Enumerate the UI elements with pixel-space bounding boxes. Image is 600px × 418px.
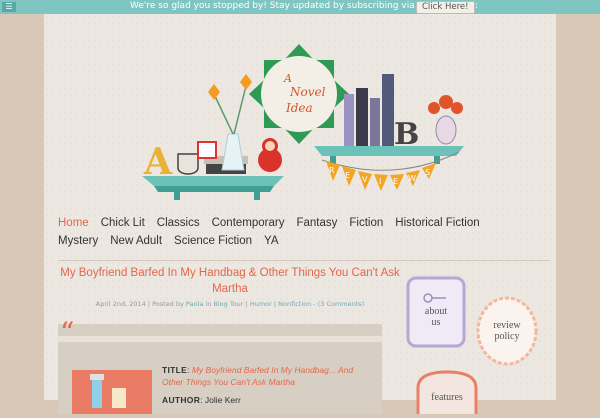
nav-item-contemporary[interactable]: Contemporary	[212, 217, 285, 229]
nav-item-chick-lit[interactable]: Chick Lit	[101, 217, 145, 229]
svg-text:S: S	[425, 168, 430, 177]
nav-item-science-fiction[interactable]: Science Fiction	[174, 235, 252, 247]
category-nav: Home Chick Lit Classics Contemporary Fan…	[58, 214, 548, 250]
category-link-blog-tour[interactable]: Blog Tour	[213, 300, 243, 308]
nav-item-ya[interactable]: YA	[264, 235, 279, 247]
about-label-line2: us	[431, 317, 441, 328]
nav-item-fiction[interactable]: Fiction	[349, 217, 383, 229]
book-title-row: TITLE: My Boyfriend Barfed In My Handbag…	[162, 365, 354, 387]
svg-text:W: W	[408, 174, 416, 183]
nav-divider	[58, 260, 550, 261]
svg-text:A: A	[143, 141, 173, 183]
comments-link[interactable]: (3 Comments)	[318, 300, 365, 308]
nav-item-fantasy[interactable]: Fantasy	[296, 217, 337, 229]
nav-item-new-adult[interactable]: New Adult	[110, 235, 162, 247]
post-title-link[interactable]: My Boyfriend Barfed In My Handbag & Othe…	[58, 265, 402, 297]
category-link-nonfiction[interactable]: Nonfiction	[278, 300, 311, 308]
blog-header-logo[interactable]: A A Novel Idea B R E V I E W S	[134, 34, 464, 214]
author-label: AUTHOR	[162, 395, 201, 405]
quote-mark-icon: “	[60, 316, 75, 349]
svg-text:B: B	[394, 117, 419, 152]
post-meta: April 2nd, 2014 | Posted by Paola in Blo…	[95, 300, 365, 308]
post-date: April 2nd, 2014 | Posted by	[95, 300, 184, 308]
book-author-row: AUTHOR: Jolie Kerr	[162, 395, 241, 405]
title-label: TITLE	[162, 365, 188, 375]
features-label: features	[431, 392, 463, 403]
review-label-line2: policy	[494, 331, 520, 342]
post-author-link[interactable]: Paola	[186, 300, 203, 308]
svg-text:R: R	[329, 166, 335, 175]
svg-text:E: E	[345, 171, 350, 180]
svg-text:I: I	[379, 177, 381, 186]
about-us-badge[interactable]: about us	[406, 276, 466, 348]
svg-text:V: V	[362, 175, 368, 184]
book-cover-image[interactable]	[72, 370, 152, 414]
right-shelf-icon	[314, 146, 464, 164]
logo-line-a: A	[283, 72, 292, 85]
book-title-value: My Boyfriend Barfed In My Handbag... And…	[162, 365, 354, 387]
nav-item-mystery[interactable]: Mystery	[58, 235, 98, 247]
features-badge[interactable]: features	[414, 366, 480, 414]
nav-item-classics[interactable]: Classics	[157, 217, 200, 229]
excerpt-top-strip	[58, 336, 382, 342]
svg-text:E: E	[393, 177, 398, 186]
notification-bar: ☰ We're so glad you stopped by! Stay upd…	[0, 0, 600, 14]
content-panel: A A Novel Idea B R E V I E W S Home Chic…	[44, 14, 556, 414]
nav-row-1: Home Chick Lit Classics Contemporary Fan…	[58, 214, 548, 232]
collapse-bar-icon[interactable]: ☰	[2, 2, 16, 12]
post-excerpt-box: “ TITLE: My Boyfriend Barfed In My Handb…	[58, 316, 382, 414]
post-meta-in: in	[205, 300, 212, 308]
nav-item-historical-fiction[interactable]: Historical Fiction	[395, 217, 479, 229]
logo-line-novel: Novel	[289, 85, 326, 99]
review-label-line1: review	[493, 320, 521, 331]
book-author-value: Jolie Kerr	[204, 395, 241, 405]
logo-line-idea: Idea	[285, 101, 313, 115]
nav-item-home[interactable]: Home	[58, 217, 89, 229]
category-link-humor[interactable]: Humor	[250, 300, 272, 308]
click-here-button[interactable]: Click Here!	[416, 1, 475, 14]
about-label-line1: about	[424, 306, 448, 317]
review-policy-badge[interactable]: review policy	[476, 296, 538, 366]
nav-row-2: Mystery New Adult Science Fiction YA	[58, 232, 548, 250]
